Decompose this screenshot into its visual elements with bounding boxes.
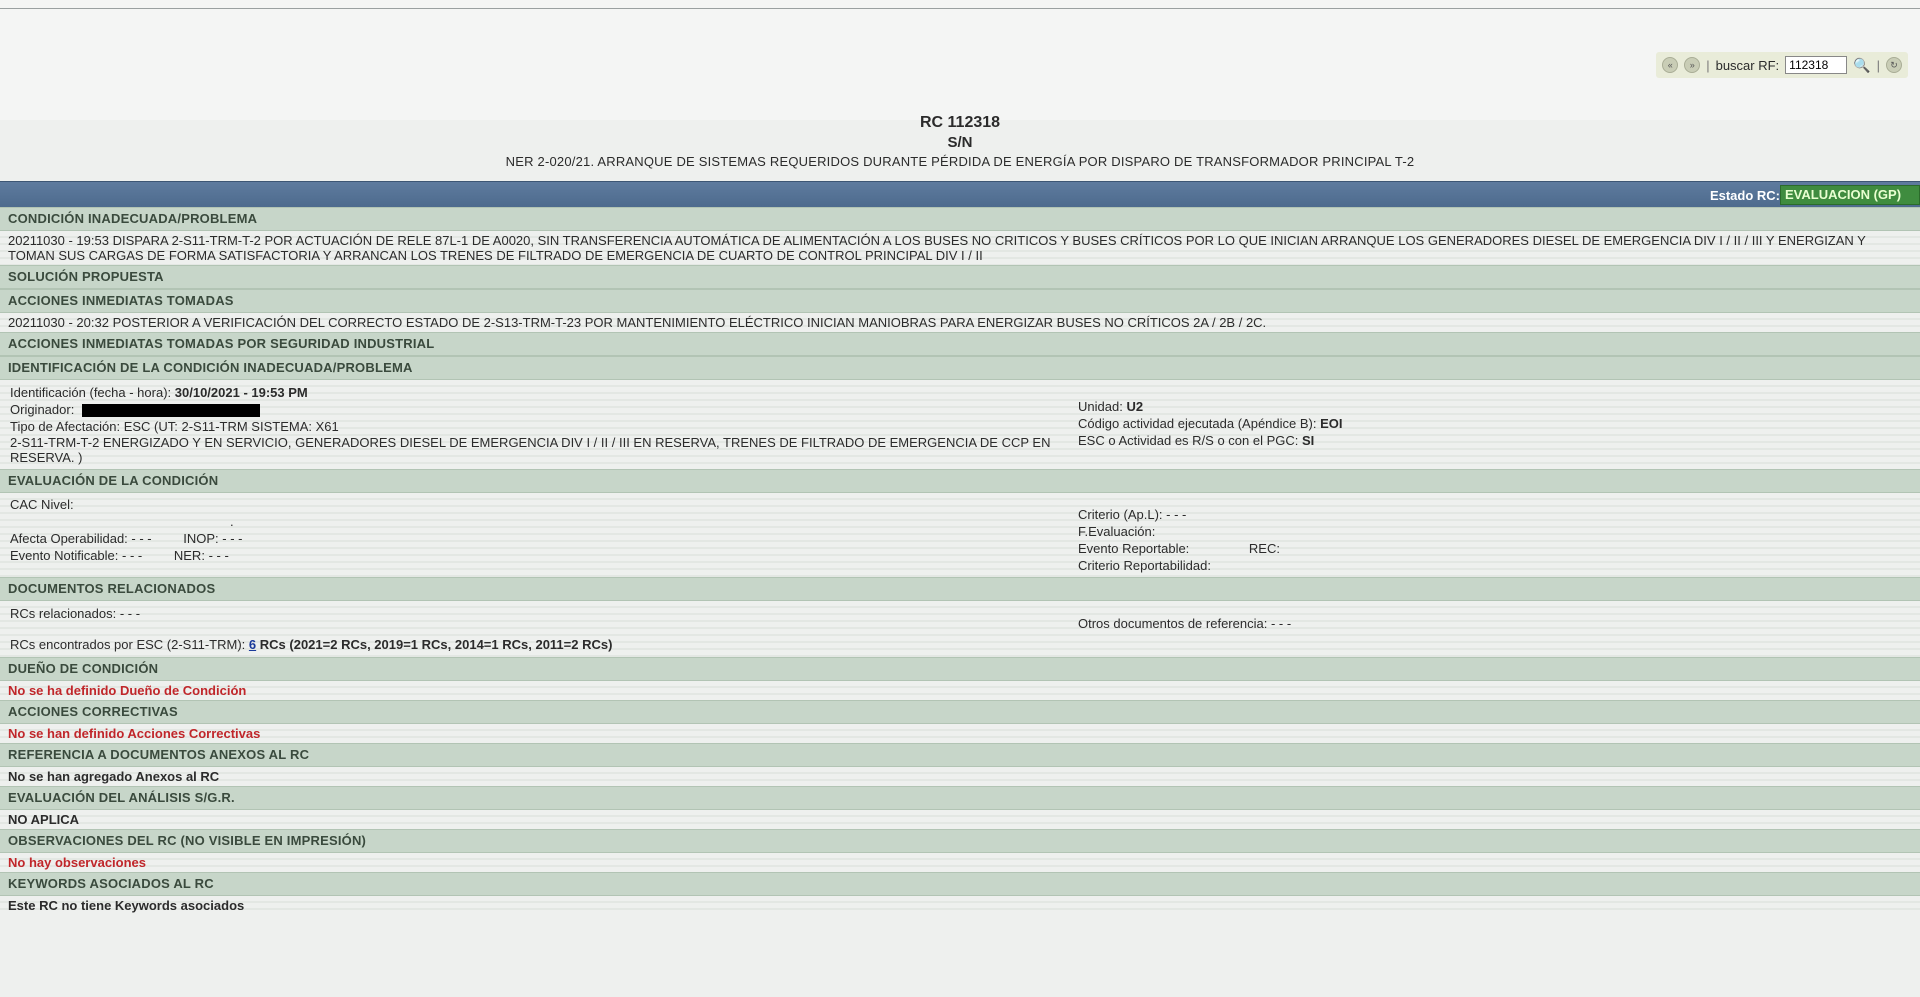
- search-icon[interactable]: 🔍: [1853, 57, 1870, 74]
- section-documentos: DOCUMENTOS RELACIONADOS: [0, 577, 1920, 601]
- section-keywords: KEYWORDS ASOCIADOS AL RC: [0, 872, 1920, 896]
- otros-documentos: Otros documentos de referencia: - - -: [1078, 616, 1292, 631]
- forward-arrow-icon[interactable]: »: [1684, 57, 1701, 73]
- dueno-text: No se ha definido Dueño de Condición: [0, 681, 1920, 700]
- criterio-reportabilidad: Criterio Reportabilidad:: [1078, 558, 1211, 573]
- criterio-apl: Criterio (Ap.L): - - -: [1078, 507, 1187, 522]
- section-condicion: CONDICIÓN INADECUADA/PROBLEMA: [0, 207, 1920, 231]
- record-content: CONDICIÓN INADECUADA/PROBLEMA 20211030 -…: [0, 207, 1920, 915]
- top-divider: [0, 8, 1920, 9]
- section-solucion: SOLUCIÓN PROPUESTA: [0, 265, 1920, 289]
- separator: |: [1876, 57, 1880, 73]
- observaciones-text: No hay observaciones: [0, 853, 1920, 872]
- section-correctivas: ACCIONES CORRECTIVAS: [0, 700, 1920, 724]
- section-evaluacion: EVALUACIÓN DE LA CONDICIÓN: [0, 469, 1920, 493]
- search-label: buscar RF:: [1715, 57, 1780, 73]
- rcs-encontrados-link[interactable]: 6: [249, 637, 256, 652]
- evento-reportable: Evento Reportable: REC:: [1078, 541, 1280, 556]
- record-id: RC 112318: [919, 114, 1001, 131]
- f-evaluacion: F.Evaluación:: [1078, 524, 1156, 539]
- cac-nivel: CAC Nivel:: [10, 497, 74, 512]
- rcs-relacionados: RCs relacionados: - - -: [10, 606, 141, 621]
- keywords-text: Este RC no tiene Keywords asociados: [0, 896, 1920, 915]
- evaluacion-block: CAC Nivel: . Afecta Operabilidad: - - - …: [0, 493, 1920, 577]
- separator: |: [1706, 57, 1710, 73]
- record-title: NER 2-020/21. ARRANQUE DE SISTEMAS REQUE…: [505, 154, 1415, 169]
- rcs-encontrados: RCs encontrados por ESC (2-S11-TRM): 6 R…: [10, 637, 613, 652]
- unidad: Unidad: U2: [1078, 399, 1144, 414]
- section-identificacion: IDENTIFICACIÓN DE LA CONDICIÓN INADECUAD…: [0, 356, 1920, 380]
- refresh-icon[interactable]: ↻: [1886, 57, 1902, 73]
- section-dueno: DUEÑO DE CONDICIÓN: [0, 657, 1920, 681]
- acciones-inmediatas-text: 20211030 - 20:32 POSTERIOR A VERIFICACIÓ…: [0, 313, 1920, 332]
- redacted-name: [81, 404, 260, 418]
- evento-notificable: Evento Notificable: - - - NER: - - -: [10, 548, 229, 563]
- record-sn: S/N: [947, 134, 973, 151]
- identificacion-fecha: Identificación (fecha - hora): 30/10/202…: [10, 385, 308, 400]
- record-header: RC 112318 S/N NER 2-020/21. ARRANQUE DE …: [0, 114, 1920, 169]
- correctivas-text: No se han definido Acciones Correctivas: [0, 724, 1920, 743]
- cac-value: .: [230, 514, 234, 529]
- status-badge: EVALUACION (GP): [1780, 185, 1920, 205]
- documentos-block: RCs relacionados: - - - RCs encontrados …: [0, 601, 1920, 657]
- anexos-text: No se han agregado Anexos al RC: [0, 767, 1920, 786]
- sgr-text: NO APLICA: [0, 810, 1920, 829]
- tipo-afectacion: Tipo de Afectación: ESC (UT: 2-S11-TRM S…: [10, 419, 339, 434]
- esc-actividad: ESC o Actividad es R/S o con el PGC: SI: [1078, 433, 1315, 448]
- back-arrow-icon[interactable]: «: [1662, 57, 1679, 73]
- status-bar: Estado RC: EVALUACION (GP): [0, 181, 1920, 208]
- top-bar: [0, 0, 1920, 120]
- identificacion-block: Identificación (fecha - hora): 30/10/202…: [0, 380, 1920, 469]
- search-input[interactable]: [1785, 56, 1848, 74]
- afecta-operabilidad: Afecta Operabilidad: - - - INOP: - - -: [10, 531, 243, 546]
- section-acciones-seguridad: ACCIONES INMEDIATAS TOMADAS POR SEGURIDA…: [0, 332, 1920, 356]
- section-acciones-inmediatas: ACCIONES INMEDIATAS TOMADAS: [0, 289, 1920, 313]
- condicion-text: 20211030 - 19:53 DISPARA 2-S11-TRM-T-2 P…: [0, 231, 1920, 265]
- section-observaciones: OBSERVACIONES DEL RC (NO VISIBLE EN IMPR…: [0, 829, 1920, 853]
- section-sgr: EVALUACIÓN DEL ANÁLISIS S/G.R.: [0, 786, 1920, 810]
- search-bar: « » | buscar RF: 🔍 | ↻: [1656, 52, 1908, 78]
- status-label: Estado RC:: [1709, 188, 1780, 203]
- section-anexos: REFERENCIA A DOCUMENTOS ANEXOS AL RC: [0, 743, 1920, 767]
- tipo-afectacion-text: 2-S11-TRM-T-2 ENERGIZADO Y EN SERVICIO, …: [10, 435, 1051, 465]
- originador: Originador:: [0, 401, 1068, 418]
- codigo-actividad: Código actividad ejecutada (Apéndice B):…: [1078, 416, 1343, 431]
